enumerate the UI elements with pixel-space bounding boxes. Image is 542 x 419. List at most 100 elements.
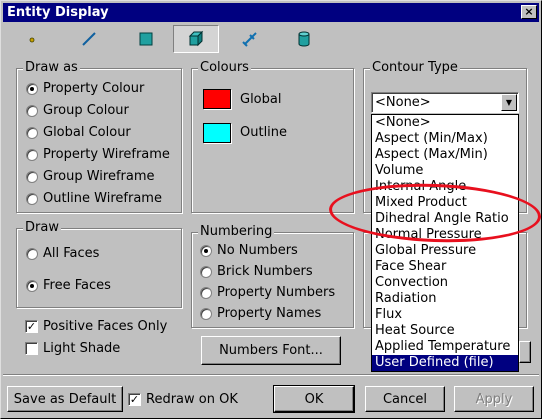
point-icon (29, 37, 35, 43)
draw-label: Draw (23, 220, 61, 236)
colours-label: Colours (198, 60, 251, 76)
numbers-font-button[interactable]: Numbers Font... (201, 336, 341, 365)
dropdown-option[interactable]: Face Shear (372, 259, 518, 275)
numbering-group: Numbering No Numbers Brick Numbers Prope… (191, 224, 354, 328)
contour-type-value: <None> (375, 95, 431, 110)
cylinder-icon (298, 31, 310, 47)
radio-button[interactable] (26, 192, 38, 205)
window-title: Entity Display (7, 5, 109, 20)
plate-icon (139, 32, 153, 46)
close-icon: × (524, 5, 534, 18)
dropdown-option[interactable]: Heat Source (372, 323, 518, 339)
checkbox-redraw-on-ok[interactable]: ✓ Redraw on OK (128, 392, 238, 407)
checkbox[interactable] (25, 342, 38, 355)
radio-button[interactable] (26, 104, 38, 117)
radio-global-colour[interactable]: Global Colour (26, 125, 131, 140)
brick-icon (188, 30, 204, 47)
tool-brick[interactable] (173, 25, 219, 53)
dropdown-option[interactable]: <None> (372, 115, 518, 131)
radio-group-wireframe[interactable]: Group Wireframe (26, 169, 155, 184)
radio-property-colour[interactable]: Property Colour (26, 81, 144, 96)
radio-button[interactable] (26, 170, 38, 183)
contour-type-label: Contour Type (370, 60, 460, 76)
entity-type-toolbar (5, 24, 537, 54)
outline-colour-swatch[interactable] (203, 123, 231, 143)
global-colour-label: Global (240, 92, 282, 107)
apply-button[interactable]: Apply (454, 386, 534, 412)
radio-label: Outline Wireframe (43, 191, 162, 206)
checkbox-positive-faces[interactable]: ✓ Positive Faces Only (25, 319, 167, 334)
contour-side-button[interactable] (519, 341, 531, 363)
dropdown-option[interactable]: Volume (372, 163, 518, 179)
dropdown-option[interactable]: Aspect (Max/Min) (372, 147, 518, 163)
draw-as-label: Draw as (23, 60, 80, 76)
tool-plate[interactable] (123, 25, 169, 53)
dropdown-option[interactable]: Global Pressure (372, 243, 518, 259)
checkbox[interactable]: ✓ (25, 320, 38, 333)
radio-no-numbers[interactable]: No Numbers (200, 243, 298, 258)
close-button[interactable]: × (521, 5, 537, 19)
global-colour-swatch[interactable] (203, 89, 231, 109)
radio-button[interactable] (26, 82, 38, 95)
draw-group: Draw All Faces Free Faces (16, 220, 182, 308)
link-icon (242, 32, 257, 47)
dropdown-option[interactable]: Applied Temperature (372, 339, 518, 355)
separator (3, 374, 539, 376)
radio-button[interactable] (200, 286, 212, 299)
outline-colour-label: Outline (240, 125, 288, 140)
radio-label: All Faces (43, 246, 100, 261)
tool-link[interactable] (227, 25, 273, 53)
radio-label: Group Colour (43, 103, 129, 118)
dropdown-option[interactable]: Radiation (372, 291, 518, 307)
contour-type-dropdown-list: <None> Aspect (Min/Max) Aspect (Max/Min) Vo… (371, 114, 519, 372)
checkbox-light-shade[interactable]: Light Shade (25, 341, 120, 356)
dropdown-option[interactable]: Flux (372, 307, 518, 323)
radio-button[interactable] (26, 279, 38, 292)
radio-label: Property Numbers (217, 285, 336, 300)
title-bar[interactable]: Entity Display × (3, 3, 539, 22)
checkbox-label: Light Shade (43, 341, 121, 356)
radio-button[interactable] (200, 265, 212, 278)
radio-label: Group Wireframe (43, 169, 155, 184)
radio-all-faces[interactable]: All Faces (26, 246, 99, 261)
colours-group: Colours Global Outline (191, 60, 354, 213)
radio-property-wireframe[interactable]: Property Wireframe (26, 147, 170, 162)
dropdown-arrow-button[interactable]: ▼ (501, 94, 517, 111)
tool-cylinder[interactable] (281, 25, 327, 53)
dropdown-option[interactable]: Aspect (Min/Max) (372, 131, 518, 147)
dropdown-option[interactable]: User Defined (file) (372, 355, 518, 371)
radio-button[interactable] (26, 126, 38, 139)
line-icon (82, 32, 96, 46)
checkbox-label: Redraw on OK (146, 392, 238, 407)
radio-label: Property Colour (43, 81, 145, 96)
tool-point[interactable] (9, 25, 55, 53)
radio-button[interactable] (26, 148, 38, 161)
tool-line[interactable] (66, 25, 112, 53)
draw-as-group: Draw as Property Colour Group Colour Glo… (16, 60, 182, 213)
radio-free-faces[interactable]: Free Faces (26, 278, 111, 293)
radio-label: Brick Numbers (217, 264, 313, 279)
dropdown-option[interactable]: Convection (372, 275, 518, 291)
checkbox-label: Positive Faces Only (43, 319, 168, 334)
contour-type-select[interactable]: <None> ▼ (371, 92, 519, 113)
radio-group-colour[interactable]: Group Colour (26, 103, 129, 118)
radio-outline-wireframe[interactable]: Outline Wireframe (26, 191, 162, 206)
radio-property-numbers[interactable]: Property Numbers (200, 285, 335, 300)
cancel-button[interactable]: Cancel (365, 386, 445, 412)
radio-brick-numbers[interactable]: Brick Numbers (200, 264, 313, 279)
entity-display-dialog: Entity Display × Draw as Property Colour… (0, 0, 542, 419)
numbering-label: Numbering (198, 224, 275, 240)
radio-label: Global Colour (43, 125, 131, 140)
ok-button[interactable]: OK (273, 385, 355, 413)
radio-label: Property Wireframe (43, 147, 170, 162)
radio-property-names[interactable]: Property Names (200, 306, 321, 321)
radio-button[interactable] (200, 307, 212, 320)
radio-label: Free Faces (43, 278, 111, 293)
radio-label: No Numbers (217, 243, 298, 258)
save-as-default-button[interactable]: Save as Default (7, 386, 123, 412)
chevron-down-icon: ▼ (505, 98, 513, 107)
checkbox[interactable]: ✓ (128, 393, 141, 406)
radio-button[interactable] (200, 244, 212, 257)
radio-label: Property Names (217, 306, 322, 321)
radio-button[interactable] (26, 247, 38, 260)
